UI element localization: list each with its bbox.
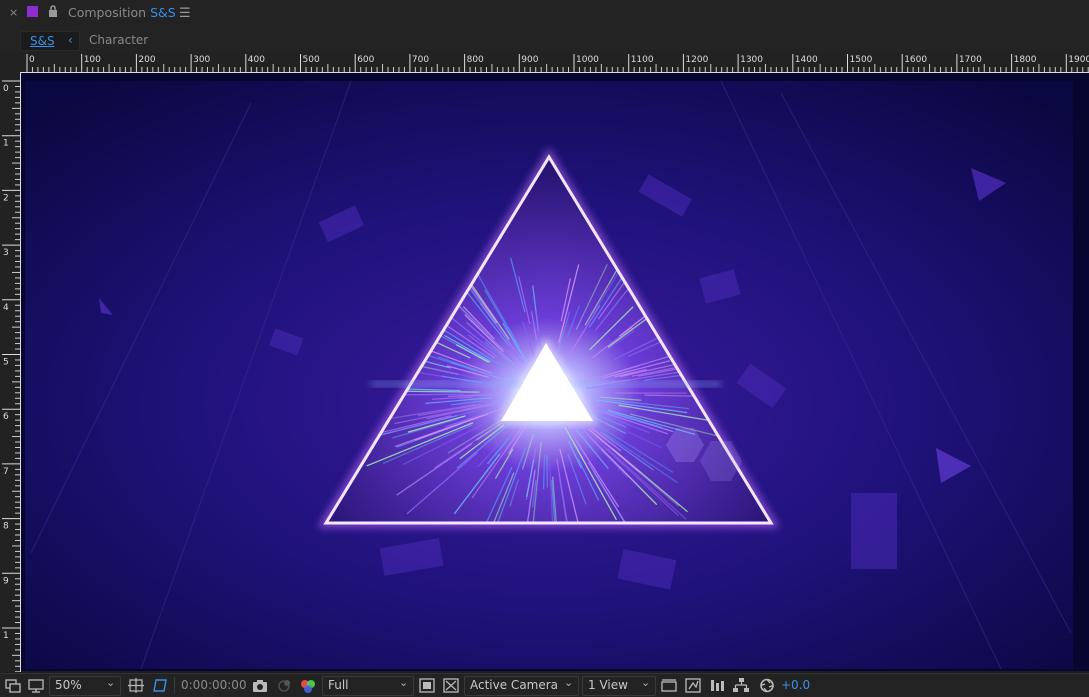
vertical-ruler[interactable]: 0 1 2 3 4 5 6 7 8 9 1 xyxy=(0,72,21,672)
ruler-label: 1300 xyxy=(740,55,763,65)
always-preview-icon[interactable] xyxy=(4,677,22,694)
view-layout-value: 1 View xyxy=(588,678,628,692)
tab-label: S&S xyxy=(30,34,55,48)
ruler-label: 4 xyxy=(3,303,9,313)
separator xyxy=(174,677,175,694)
ruler-label: 0 xyxy=(29,55,35,65)
zoom-value: 50% xyxy=(55,678,82,692)
ruler-label: 8 xyxy=(3,522,9,532)
ruler-label: 1000 xyxy=(576,55,599,65)
panel-title: Composition S&S xyxy=(68,5,176,20)
ruler-label: 1 xyxy=(3,139,9,149)
reset-exposure-icon[interactable] xyxy=(758,677,776,694)
tab-s-and-s[interactable]: S&S ‹ xyxy=(20,31,80,51)
ruler-label: 300 xyxy=(193,55,210,65)
current-time[interactable]: 0:00:00:00 xyxy=(181,678,247,692)
chevron-left-icon[interactable]: ‹ xyxy=(68,33,73,47)
toggle-pixel-aspect-icon[interactable] xyxy=(660,677,678,694)
ruler-label: 100 xyxy=(84,55,101,65)
show-snapshot-icon[interactable] xyxy=(275,677,293,694)
ruler-label: 1700 xyxy=(959,55,982,65)
close-panel-icon[interactable]: × xyxy=(9,6,18,19)
ruler-label: 1100 xyxy=(631,55,654,65)
ruler-label: 400 xyxy=(248,55,265,65)
light-streak xyxy=(544,455,545,489)
ruler-label: 7 xyxy=(3,467,9,477)
ruler-label: 900 xyxy=(521,55,538,65)
chevron-down-icon: ⌄ xyxy=(641,676,650,689)
ruler-label: 200 xyxy=(138,55,155,65)
ruler-label: 700 xyxy=(412,55,429,65)
ruler-label: 5 xyxy=(3,358,9,368)
fast-previews-icon[interactable] xyxy=(684,677,702,694)
ruler-label: 3 xyxy=(3,248,9,258)
horizontal-ruler[interactable]: 0 100 200 300 400 500 600 700 800 900 1000 1100 1200… xyxy=(0,52,1089,73)
chevron-down-icon: ⌄ xyxy=(564,676,573,689)
transparency-grid-icon[interactable] xyxy=(442,677,460,694)
monitor-icon[interactable] xyxy=(27,677,45,694)
ruler-label: 1200 xyxy=(685,55,708,65)
ruler-label: 2 xyxy=(3,193,9,203)
comp-tab-bar: S&S ‹ Character xyxy=(0,26,1089,52)
ruler-label: 1600 xyxy=(904,55,927,65)
composition-panel-header: × Composition S&S ☰ xyxy=(0,0,1089,26)
comp-frame xyxy=(21,73,1089,671)
chevron-down-icon: ⌄ xyxy=(106,676,115,689)
ruler-label: 6 xyxy=(3,412,9,422)
ruler-label: 600 xyxy=(357,55,374,65)
region-of-interest-icon[interactable] xyxy=(418,677,436,694)
ruler-label: 0 xyxy=(3,84,9,94)
flowchart-icon[interactable] xyxy=(732,677,750,694)
camera-snapshot-icon[interactable] xyxy=(251,677,269,694)
lock-icon[interactable] xyxy=(47,4,59,18)
color-channels-icon[interactable] xyxy=(299,677,317,694)
panel-label: Composition xyxy=(68,5,146,20)
camera-value: Active Camera xyxy=(470,678,558,692)
exposure-value[interactable]: +0.0 xyxy=(781,678,810,692)
timeline-icon[interactable] xyxy=(708,677,726,694)
ruler-label: 1 xyxy=(3,631,9,641)
viewer-toolbar: 50% ⌄ 0:00:00:00 Full ⌄ Active Camera ⌄ … xyxy=(0,673,1089,697)
ruler-label: 500 xyxy=(303,55,320,65)
ruler-label: 1800 xyxy=(1014,55,1037,65)
tab-character[interactable]: Character xyxy=(89,33,148,47)
ruler-label: 1500 xyxy=(850,55,873,65)
ruler-label: 1400 xyxy=(795,55,818,65)
composition-viewer[interactable] xyxy=(21,73,1089,671)
panel-menu-icon[interactable]: ☰ xyxy=(179,6,191,21)
ruler-label: 9 xyxy=(3,576,9,586)
mask-visibility-icon[interactable] xyxy=(150,677,170,694)
label-color-swatch[interactable] xyxy=(27,6,38,17)
ruler-label: 800 xyxy=(467,55,484,65)
comp-name-link[interactable]: S&S xyxy=(150,5,176,20)
resolution-value: Full xyxy=(328,678,349,692)
grid-guides-icon[interactable] xyxy=(127,677,145,694)
ruler-label: 1900 xyxy=(1068,55,1089,65)
chevron-down-icon: ⌄ xyxy=(399,676,408,689)
